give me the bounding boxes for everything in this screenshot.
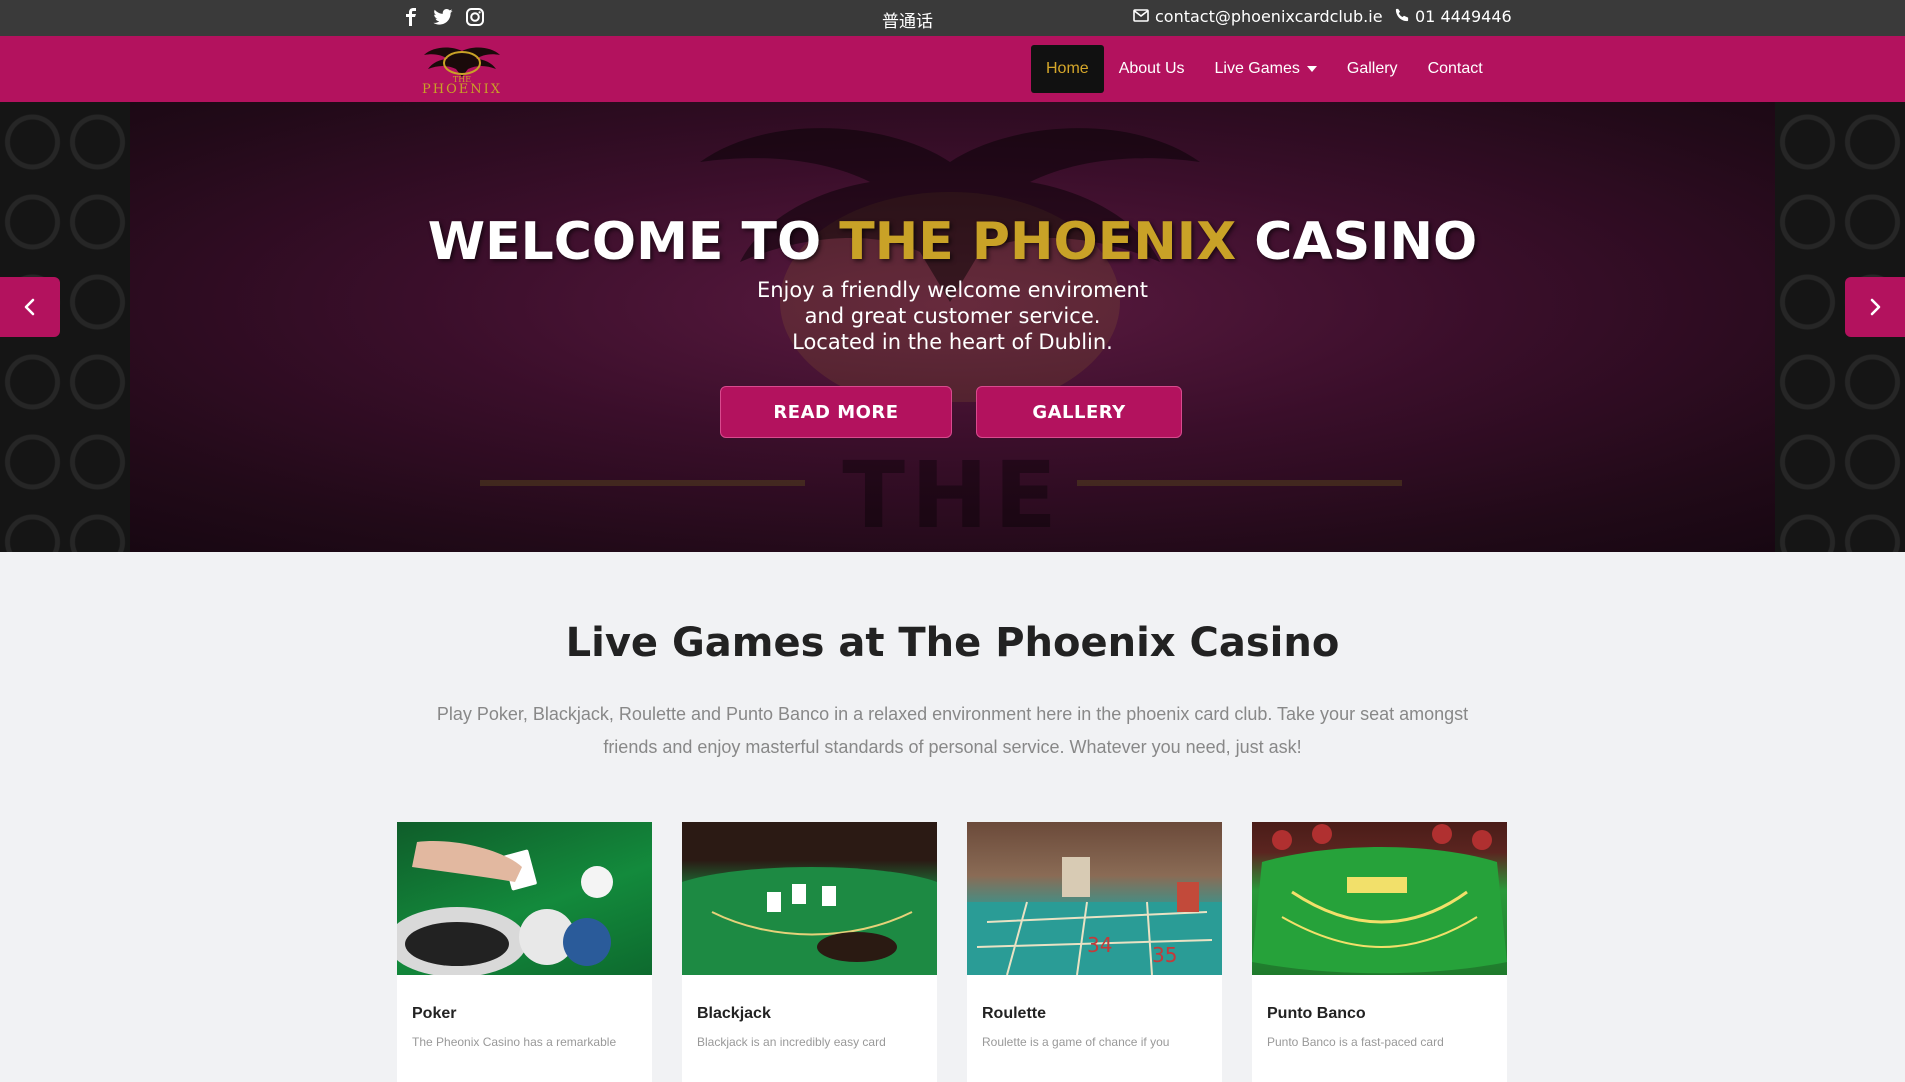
email-text: contact@phoenixcardclub.ie	[1155, 7, 1383, 26]
nav-live-games-label: Live Games	[1214, 60, 1300, 77]
section-title: Live Games at The Phoenix Casino	[565, 620, 1340, 666]
chevron-left-icon	[24, 298, 35, 316]
game-card-blackjack[interactable]: Blackjack Blackjack is an incredibly eas…	[682, 822, 937, 1082]
game-card-title: Poker	[412, 1005, 457, 1022]
envelope-icon	[1133, 7, 1149, 26]
nav-contact[interactable]: Contact	[1413, 45, 1498, 93]
game-card-title: Punto Banco	[1267, 1005, 1366, 1022]
nav-gallery[interactable]: Gallery	[1332, 45, 1413, 93]
game-cards: Poker The Pheonix Casino has a remarkabl…	[397, 822, 1507, 1082]
social-links	[400, 6, 486, 28]
hero-subtitle-line: Located in the heart of Dublin.	[792, 330, 1113, 354]
top-bar: 普通话 contact@phoenixcardclub.ie 01 444944…	[0, 0, 1905, 36]
game-card-text: The Pheonix Casino has a remarkable	[412, 1035, 617, 1049]
nav-home[interactable]: Home	[1031, 45, 1104, 93]
svg-text:PHOENIX: PHOENIX	[422, 82, 502, 97]
game-card-text: Punto Banco is a fast-paced card	[1267, 1035, 1444, 1049]
phone-icon	[1395, 7, 1409, 26]
hero-background-text: THE	[842, 442, 1063, 549]
game-card-text: Blackjack is an incredibly easy card	[697, 1035, 886, 1049]
caret-down-icon	[1306, 66, 1317, 72]
game-card-text: Roulette is a game of chance if you	[982, 1035, 1170, 1049]
roulette-image: 34 35	[967, 822, 1222, 975]
hero-buttons: READ MORE GALLERY	[720, 386, 1182, 438]
chevron-right-icon	[1870, 298, 1881, 316]
game-card-title: Blackjack	[697, 1005, 771, 1022]
language-switch[interactable]: 普通话	[882, 7, 933, 32]
read-more-button[interactable]: READ MORE	[720, 386, 952, 438]
hero-title-post: CASINO	[1236, 212, 1478, 272]
game-card-poker[interactable]: Poker The Pheonix Casino has a remarkabl…	[397, 822, 652, 1082]
blackjack-image	[682, 822, 937, 975]
instagram-icon[interactable]	[464, 6, 486, 28]
poker-image	[397, 822, 652, 975]
game-card-punto-banco[interactable]: Punto Banco Punto Banco is a fast-paced …	[1252, 822, 1507, 1082]
svg-text:35: 35	[1152, 943, 1177, 967]
email-contact[interactable]: contact@phoenixcardclub.ie	[1133, 7, 1383, 26]
nav-about-us[interactable]: About Us	[1104, 45, 1200, 93]
section-description: Play Poker, Blackjack, Roulette and Punt…	[436, 704, 1469, 757]
twitter-icon[interactable]	[432, 6, 454, 28]
carousel-next-button[interactable]	[1845, 277, 1905, 337]
gallery-button[interactable]: GALLERY	[976, 386, 1182, 438]
phoenix-logo[interactable]: THE PHOENIX	[410, 41, 515, 97]
hero-subtitle: Enjoy a friendly welcome enviroment and …	[0, 277, 1905, 355]
svg-text:34: 34	[1087, 933, 1112, 957]
hero-title-highlight: THE PHOENIX	[839, 212, 1237, 272]
hero-carousel: THE WELCOME TO THE PHOENIX CASINO Enjoy …	[0, 102, 1905, 552]
nav-menu: Home About Us Live Games Gallery Contact	[1031, 45, 1498, 93]
phone-text: 01 4449446	[1415, 7, 1512, 26]
carousel-prev-button[interactable]	[0, 277, 60, 337]
game-card-roulette[interactable]: 34 35 Roulette Roulette is a game of cha…	[967, 822, 1222, 1082]
facebook-icon[interactable]	[400, 6, 422, 28]
nav-live-games[interactable]: Live Games	[1200, 45, 1332, 93]
hero-subtitle-line: Enjoy a friendly welcome enviroment	[756, 278, 1149, 302]
hero-subtitle-line: and great customer service.	[804, 304, 1101, 328]
punto-banco-image	[1252, 822, 1507, 975]
hero-title-pre: WELCOME TO	[427, 212, 840, 272]
game-card-title: Roulette	[982, 1005, 1046, 1022]
main-navbar: THE PHOENIX Home About Us Live Games Gal…	[0, 36, 1905, 102]
phone-contact[interactable]: 01 4449446	[1395, 7, 1512, 26]
hero-title: WELCOME TO THE PHOENIX CASINO	[0, 212, 1905, 272]
